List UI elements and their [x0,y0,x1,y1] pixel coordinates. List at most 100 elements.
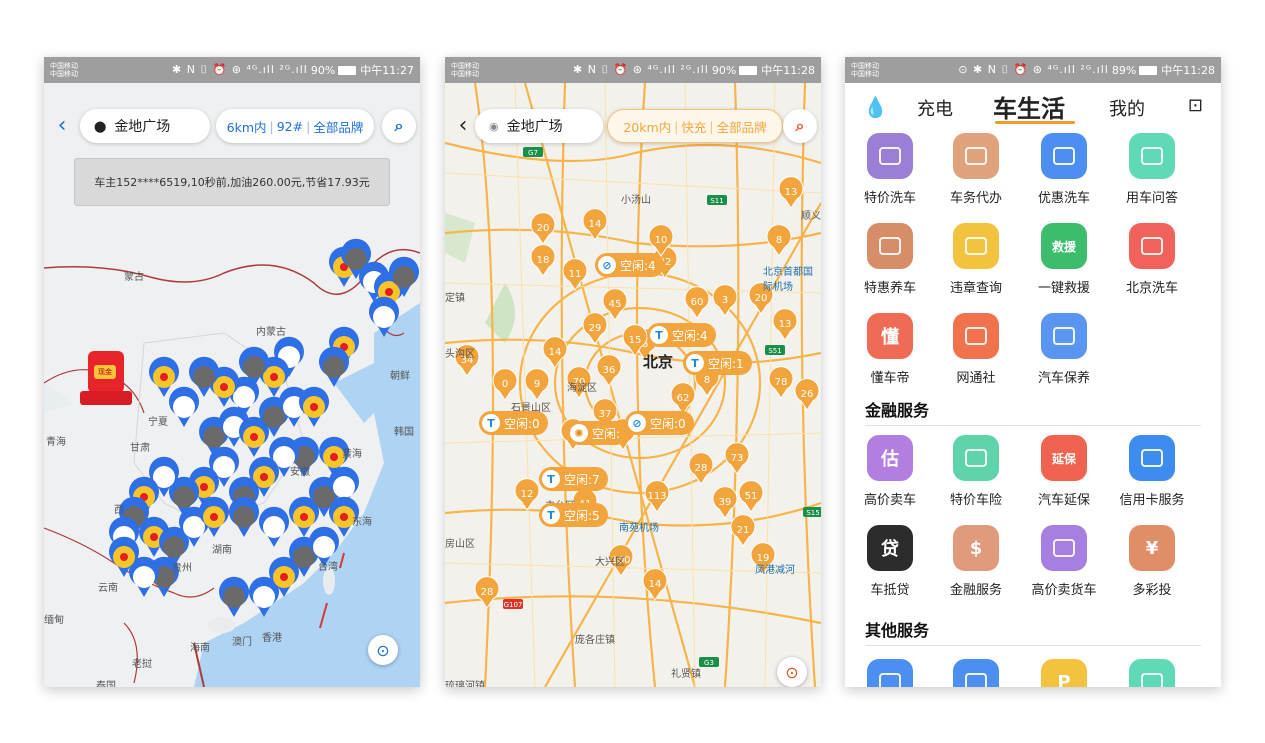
station-pin[interactable] [229,496,259,537]
service-item[interactable]: $ 金融服务 [933,525,1019,598]
station-pin[interactable] [299,386,330,427]
cluster-pin[interactable]: 51 [738,480,764,513]
service-item[interactable]: 用车问答 [1109,133,1195,206]
cluster-pin[interactable]: 78 [768,366,794,399]
cluster-count: 3 [722,295,728,306]
cluster-pin[interactable]: 45 [602,288,628,321]
service-icon [1041,525,1087,571]
carrier-label: 中国移动 中国移动 [451,62,479,78]
idle-tag[interactable]: T 空闲:7 [539,467,608,491]
idle-tag[interactable]: ⊘ 空闲:4 [595,253,664,277]
service-item[interactable]: 汽车保养 [1021,313,1107,386]
cluster-pin[interactable]: 28 [474,576,500,609]
cluster-pin[interactable]: 9 [524,368,550,401]
service-item[interactable]: 救援 一键救援 [1021,223,1107,296]
back-icon[interactable]: ‹ [50,113,74,138]
station-pin[interactable] [319,346,349,387]
cluster-count: 113 [647,491,666,502]
cluster-pin[interactable]: 11 [562,258,588,291]
service-item[interactable]: ¥ 多彩投 [1109,525,1195,598]
cluster-pin[interactable]: 28 [688,452,714,485]
station-pin[interactable] [259,506,289,547]
cluster-count: 8 [704,375,710,386]
cluster-pin[interactable]: 29 [582,312,608,345]
cluster-pin[interactable]: 18 [530,244,556,277]
service-item[interactable]: 懂懂车帝 [847,313,933,386]
search-button[interactable]: ⌕ [783,109,817,143]
filter-pill[interactable]: 20km内 | 快充 | 全部品牌 [607,109,783,143]
service-item[interactable]: 车务代办 [933,133,1019,206]
service-item[interactable]: 优惠洗车 [1021,133,1107,206]
service-item[interactable]: P [1021,659,1107,687]
service-label: 一键救援 [1037,281,1090,296]
tab-car-life[interactable]: 车生活 [993,89,1065,124]
service-item[interactable] [847,659,933,687]
cluster-pin[interactable]: 62 [670,382,696,415]
map-view[interactable]: 13 8 14 20 18 11 22 10 45 60 3 20 13 6 29 15 14 36 70 9 0 34 3… [445,83,821,687]
station-pin[interactable] [369,296,400,337]
service-item[interactable]: 北京洗车 [1109,223,1195,296]
idle-tag[interactable]: ✺ 空闲: [567,421,629,445]
station-pin[interactable] [169,386,199,427]
idle-tag[interactable]: T 空闲:5 [539,503,608,527]
service-icon [1129,223,1175,269]
tab-mine[interactable]: 我的 [1109,95,1145,121]
idle-tag[interactable]: T 空闲:0 [479,411,548,435]
service-item[interactable]: 网通社 [933,313,1019,386]
cluster-pin[interactable]: 21 [730,514,756,547]
service-item[interactable]: 特惠养车 [847,223,933,296]
service-item[interactable]: 特价车险 [933,435,1019,508]
service-item[interactable]: 贷车抵贷 [847,525,933,598]
cluster-pin[interactable]: 12 [514,478,540,511]
battery-icon [338,65,357,75]
cluster-pin[interactable]: 3 [712,284,738,317]
cluster-pin[interactable]: 20 [530,212,556,245]
cluster-pin[interactable]: 60 [684,286,710,319]
service-item[interactable]: 信用卡服务 [1109,435,1195,508]
idle-tag[interactable]: ⊘ 空闲:0 [625,411,694,435]
back-icon[interactable]: ‹ [451,113,475,138]
service-icon [867,223,913,269]
cluster-pin[interactable]: 8 [766,224,792,257]
cluster-pin[interactable]: 39 [712,486,738,519]
filter-pill[interactable]: 6km内 | 92# | 全部品牌 [216,109,374,143]
location-selector[interactable]: ◉ 金地广场 [475,109,603,143]
cluster-pin[interactable]: 26 [794,378,820,411]
service-item[interactable] [933,659,1019,687]
cluster-pin[interactable]: 13 [778,176,804,209]
cluster-pins[interactable]: 13814201811221045 60 3 20136291514367090343… [445,83,821,687]
cluster-pin[interactable]: 73 [724,442,750,475]
tab-charge[interactable]: 充电 [917,95,953,121]
red-packet-tag: 现金 [94,365,116,379]
locate-button[interactable]: ⊙ [777,657,807,687]
cluster-pin[interactable]: 36 [596,354,622,387]
cluster-pin[interactable]: 13 [772,308,798,341]
cluster-pin[interactable]: 113 [644,480,670,513]
location-selector[interactable]: ⬤ 金地广场 [80,109,210,143]
service-item[interactable]: 特价洗车 [847,133,933,206]
cluster-count: 51 [745,491,758,502]
service-item[interactable]: 违章查询 [933,223,1019,296]
cluster-pin[interactable]: 14 [542,336,568,369]
cluster-pin[interactable]: 14 [642,568,668,601]
charger-icon: T [650,326,668,344]
map-label: 甘肃 [130,443,150,454]
cluster-pin[interactable]: 0 [492,368,518,401]
service-glyph-icon [965,449,987,467]
service-glyph-icon [965,237,987,255]
cluster-count: 11 [569,269,582,280]
service-item[interactable]: 高价卖货车 [1021,525,1107,598]
locate-button[interactable]: ⊙ [368,635,398,665]
red-packet-icon[interactable]: 现金 [80,351,132,409]
service-item[interactable]: 估高价卖车 [847,435,933,508]
service-item[interactable]: 延保 汽车延保 [1021,435,1107,508]
idle-tag[interactable]: T 空闲:4 [647,323,716,347]
search-button[interactable]: ⌕ [382,109,416,143]
water-drop-logo-icon[interactable]: 💧 [863,95,888,119]
idle-tag[interactable]: T 空闲:1 [683,351,752,375]
station-pin[interactable] [219,576,250,617]
service-item[interactable] [1109,659,1195,687]
cluster-pin[interactable]: 14 [582,208,608,241]
service-icon: 救援 [1041,223,1087,269]
message-icon[interactable]: ⊡ [1188,95,1203,116]
